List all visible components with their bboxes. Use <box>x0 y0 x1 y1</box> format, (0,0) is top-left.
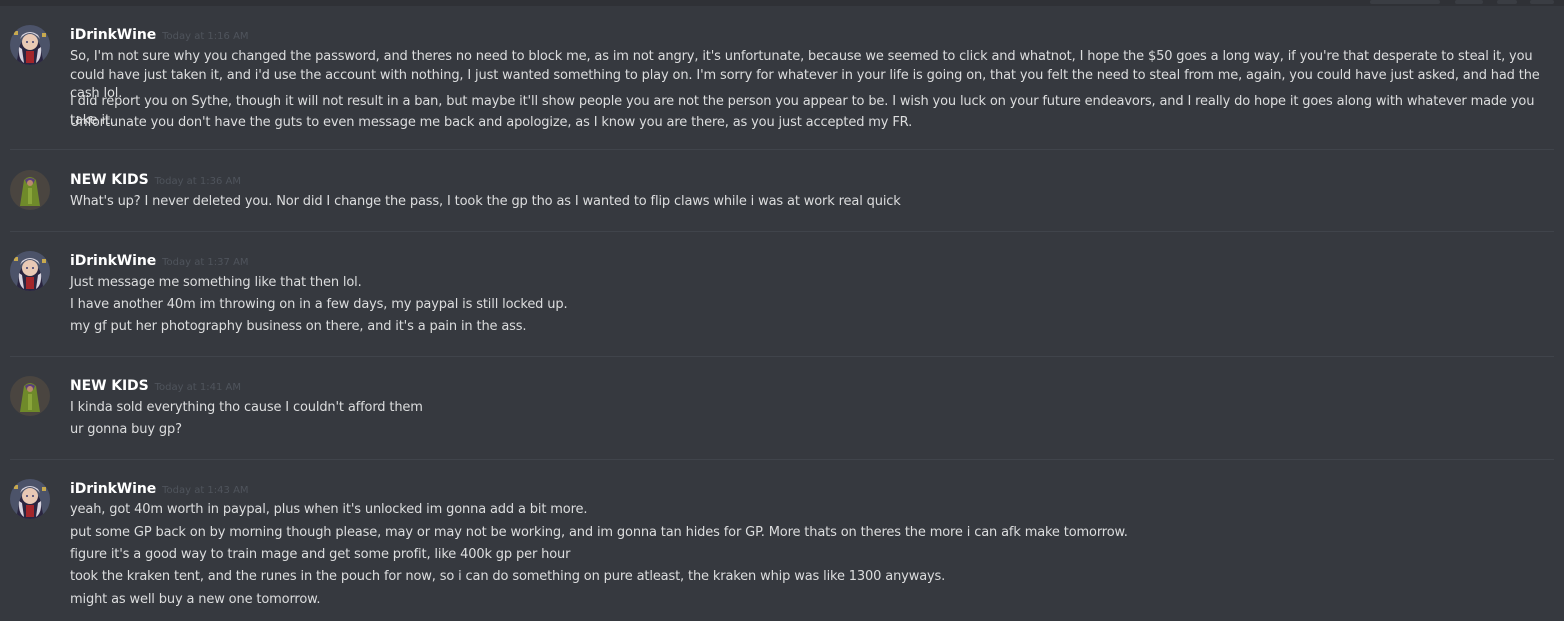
toolbar-ghost <box>1530 0 1554 4</box>
timestamp: Today at 1:43 AM <box>162 485 249 496</box>
timestamp: Today at 1:36 AM <box>154 176 241 187</box>
message-group-divider <box>10 356 1554 357</box>
username[interactable]: iDrinkWine <box>70 481 156 497</box>
username[interactable]: NEW KIDS <box>70 172 149 188</box>
message-header: NEW KIDS Today at 1:41 AM <box>70 375 241 395</box>
avatar[interactable] <box>10 25 50 65</box>
avatar[interactable] <box>10 251 50 291</box>
message-text: Unfortunate you don't have the guts to e… <box>70 115 913 130</box>
message-header: iDrinkWine Today at 1:37 AM <box>70 250 249 270</box>
message-text: put some GP back on by morning though pl… <box>70 525 1128 540</box>
username[interactable]: iDrinkWine <box>70 27 156 43</box>
chat-top-shadow <box>0 0 1564 6</box>
avatar[interactable] <box>10 479 50 519</box>
message-text: What's up? I never deleted you. Nor did … <box>70 194 901 209</box>
message-text: I kinda sold everything tho cause I coul… <box>70 400 423 415</box>
message-group-divider <box>10 459 1554 460</box>
message-header: NEW KIDS Today at 1:36 AM <box>70 169 241 189</box>
avatar[interactable] <box>10 170 50 210</box>
toolbar-ghost <box>1497 0 1517 4</box>
avatar[interactable] <box>10 376 50 416</box>
toolbar-ghost <box>1455 0 1483 4</box>
message-group-divider <box>10 149 1554 150</box>
timestamp: Today at 1:41 AM <box>154 382 241 393</box>
message-text: took the kraken tent, and the runes in t… <box>70 569 946 584</box>
message-text: Just message me something like that then… <box>70 275 362 290</box>
message-header: iDrinkWine Today at 1:16 AM <box>70 24 249 44</box>
message-text: figure it's a good way to train mage and… <box>70 547 571 562</box>
timestamp: Today at 1:37 AM <box>162 257 249 268</box>
message-text: I have another 40m im throwing on in a f… <box>70 297 568 312</box>
message-header: iDrinkWine Today at 1:43 AM <box>70 478 249 498</box>
timestamp: Today at 1:16 AM <box>162 31 249 42</box>
username[interactable]: NEW KIDS <box>70 378 149 394</box>
message-text: might as well buy a new one tomorrow. <box>70 592 321 607</box>
username[interactable]: iDrinkWine <box>70 253 156 269</box>
message-text: ur gonna buy gp? <box>70 422 182 437</box>
message-group-divider <box>10 231 1554 232</box>
message-text: yeah, got 40m worth in paypal, plus when… <box>70 502 588 517</box>
toolbar-ghost <box>1370 0 1440 4</box>
message-text: my gf put her photography business on th… <box>70 319 527 334</box>
